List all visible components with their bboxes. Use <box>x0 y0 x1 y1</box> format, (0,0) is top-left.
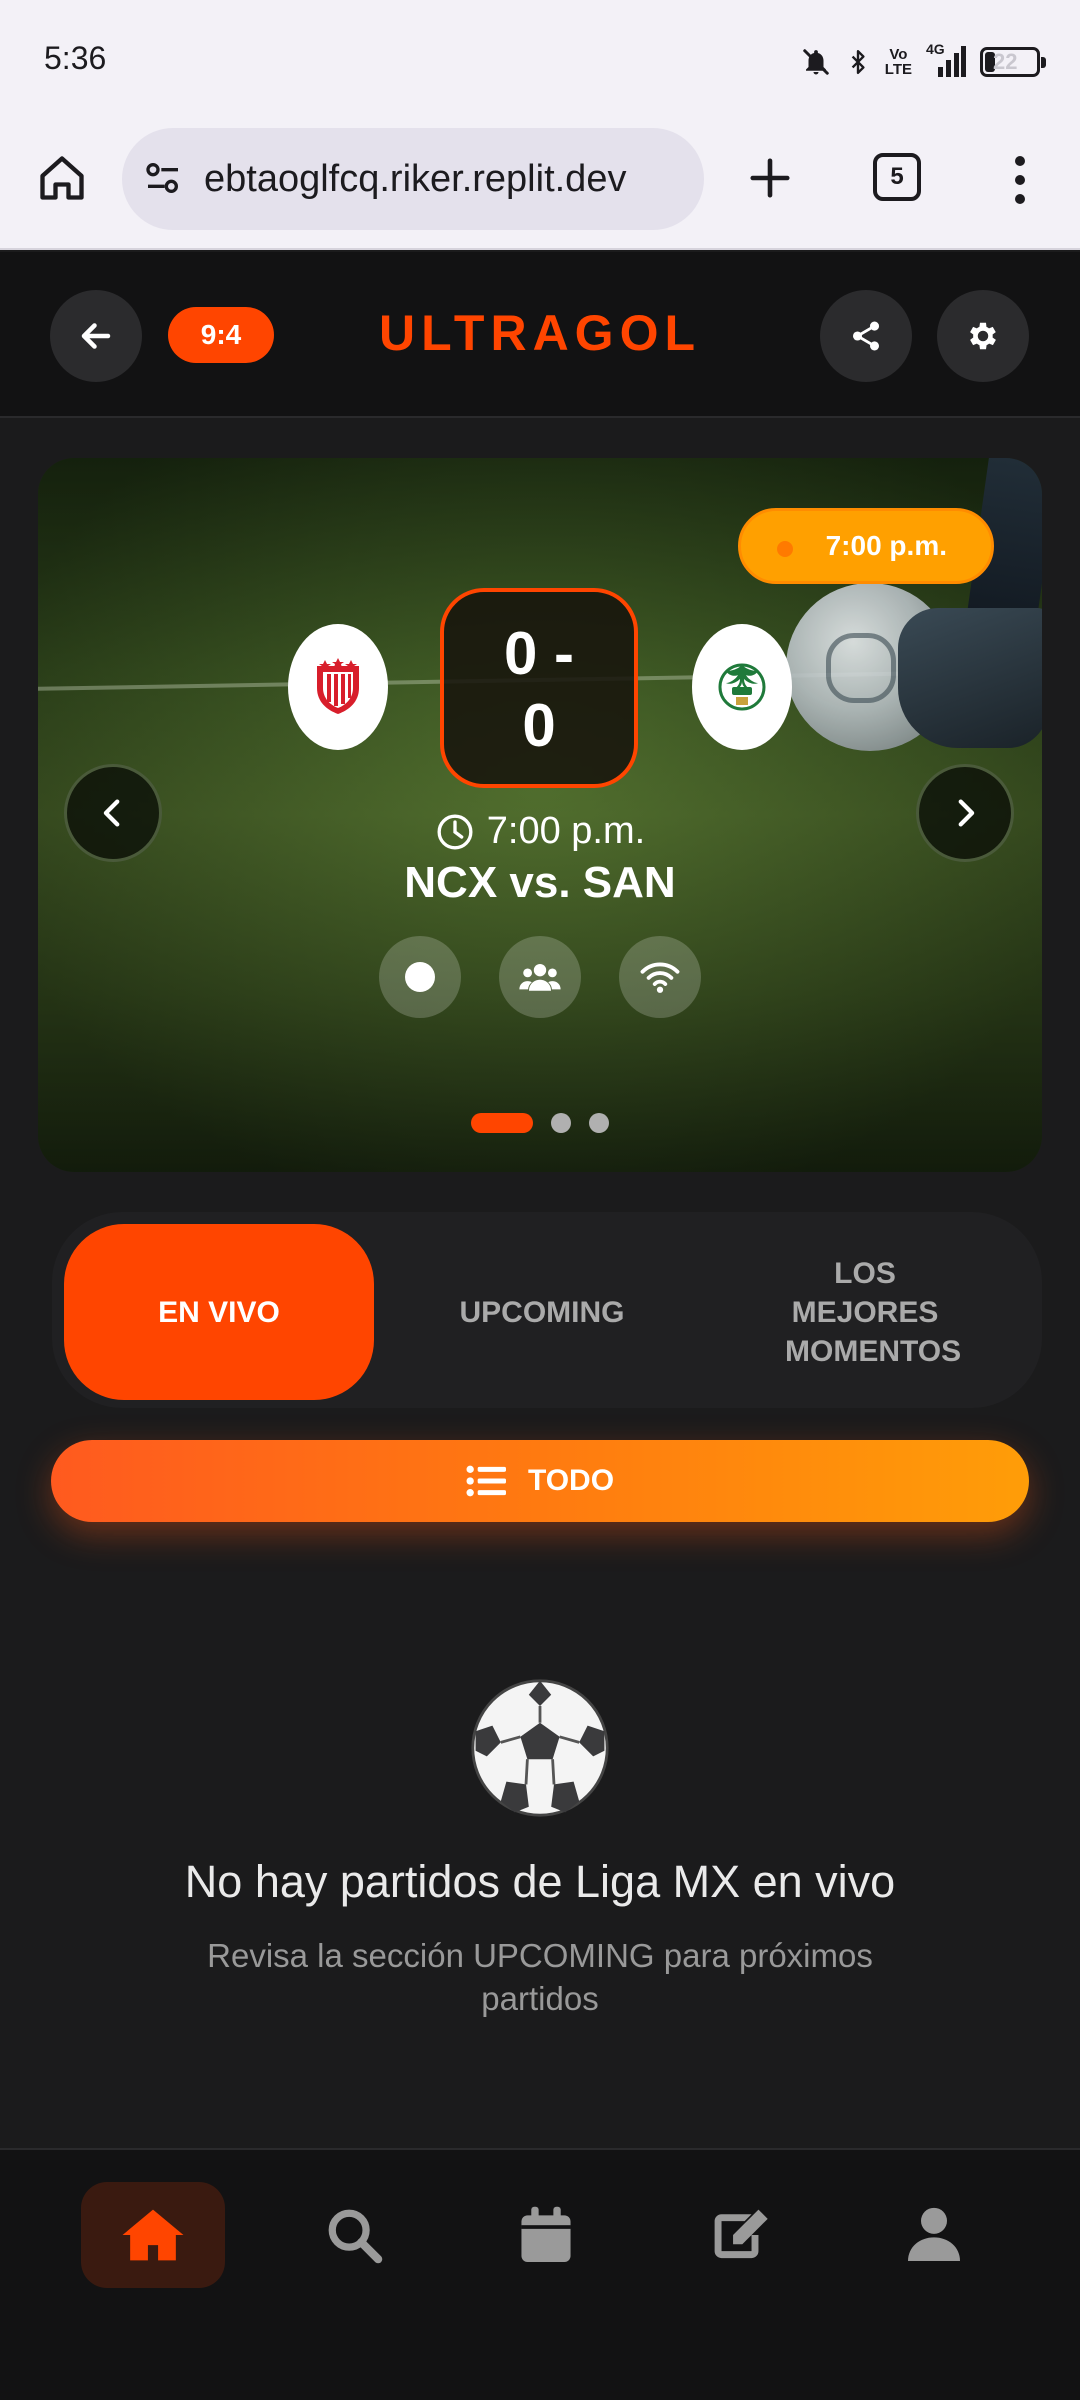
app-header: 9:4 ULTRAGOL <box>0 252 1080 418</box>
tab-en-vivo[interactable]: EN VIVO <box>64 1224 374 1400</box>
kickoff-time-label: 7:00 p.m. <box>825 530 947 561</box>
filter-all-button[interactable]: TODO <box>51 1440 1029 1522</box>
calendar-icon <box>521 2206 571 2262</box>
kickoff-time-pill: 7:00 p.m. <box>738 508 994 584</box>
new-tab-button[interactable] <box>740 148 800 208</box>
status-icons: Vo LTE 4G 22 <box>801 40 1046 84</box>
nav-profile[interactable] <box>862 2182 1006 2288</box>
match-time-label: 7:00 p.m. <box>486 810 646 852</box>
plus-icon <box>750 158 790 198</box>
match-tabs: EN VIVO UPCOMING LOS MEJORES MOMENTOS <box>52 1212 1042 1408</box>
address-bar[interactable]: ebtaoglfcq.riker.replit.dev <box>122 128 704 230</box>
slide-indicator <box>38 1113 1042 1133</box>
home-outline-icon <box>40 156 84 200</box>
tab-highlights[interactable]: LOS MEJORES MOMENTOS <box>710 1224 1020 1400</box>
soccer-ball-icon <box>470 1678 610 1818</box>
score-display: 0 -0 <box>440 588 638 788</box>
tab-upcoming[interactable]: UPCOMING <box>387 1224 697 1400</box>
match-actions <box>38 936 1042 1018</box>
wifi-icon <box>640 962 680 993</box>
network-type: 4G <box>926 41 945 57</box>
site-settings-icon[interactable] <box>140 158 186 203</box>
user-icon <box>908 2207 960 2261</box>
slide-dot[interactable] <box>471 1113 533 1133</box>
nav-search[interactable] <box>282 2182 426 2288</box>
live-dot-icon <box>777 541 793 557</box>
tab-highlights-label: LOS MEJORES MOMENTOS <box>785 1256 962 1368</box>
nav-edit[interactable] <box>668 2182 812 2288</box>
volte-bottom: LTE <box>884 61 912 78</box>
app-title: ULTRAGOL <box>378 305 702 361</box>
boot-image <box>898 608 1042 748</box>
volte-indicator: Vo LTE <box>885 47 912 77</box>
match-name: NCX vs. SAN <box>404 858 676 907</box>
url-text: ebtaoglfcq.riker.replit.dev <box>204 158 627 200</box>
stream-signal-button[interactable] <box>619 936 701 1018</box>
empty-state-subtitle: Revisa la sección UPCOMING para próximos… <box>207 1937 873 2017</box>
search-icon <box>328 2209 383 2264</box>
bottom-navigation <box>0 2148 1080 2400</box>
nav-calendar[interactable] <box>474 2182 618 2288</box>
record-dot-icon <box>405 962 435 992</box>
clock-icon <box>437 814 473 849</box>
nav-home[interactable] <box>81 2182 225 2288</box>
status-time: 5:36 <box>44 40 107 76</box>
necaxa-crest-icon <box>317 658 359 714</box>
match-time: 7:00 p.m. <box>38 810 1042 853</box>
home-icon <box>122 2209 184 2261</box>
browser-menu-button[interactable] <box>996 150 1044 210</box>
users-icon <box>519 963 561 991</box>
audience-button[interactable] <box>499 936 581 1018</box>
slide-dot[interactable] <box>589 1113 609 1133</box>
away-team-logo[interactable] <box>692 624 792 750</box>
filter-all-label: TODO <box>527 1464 615 1497</box>
slide-dot[interactable] <box>551 1113 571 1133</box>
status-bar: 5:36 Vo LTE 4G 22 <box>0 0 1080 120</box>
settings-button[interactable] <box>937 290 1029 382</box>
gear-icon <box>970 322 996 350</box>
share-icon <box>852 321 880 351</box>
home-team-logo[interactable] <box>288 624 388 750</box>
signal-icon: 4G <box>926 41 966 79</box>
empty-state-title: No hay partidos de Liga MX en vivo <box>184 1856 896 1907</box>
bluetooth-icon <box>845 45 871 79</box>
list-icon <box>466 1465 506 1497</box>
tab-switcher-button[interactable]: 5 <box>873 153 921 201</box>
battery-icon: 22 <box>980 47 1046 77</box>
santos-crest-icon <box>718 663 766 711</box>
share-button[interactable] <box>820 290 912 382</box>
browser-home-button[interactable] <box>30 146 94 210</box>
bell-off-icon <box>801 46 831 78</box>
battery-level: 22 <box>993 49 1018 74</box>
browser-toolbar: ebtaoglfcq.riker.replit.dev 5 <box>0 120 1080 250</box>
edit-icon <box>714 2209 768 2259</box>
live-indicator-button[interactable] <box>379 936 461 1018</box>
featured-match-card[interactable]: 7:00 p.m. 0 -0 7:00 p.m. NCX vs. SAN <box>38 458 1042 1172</box>
